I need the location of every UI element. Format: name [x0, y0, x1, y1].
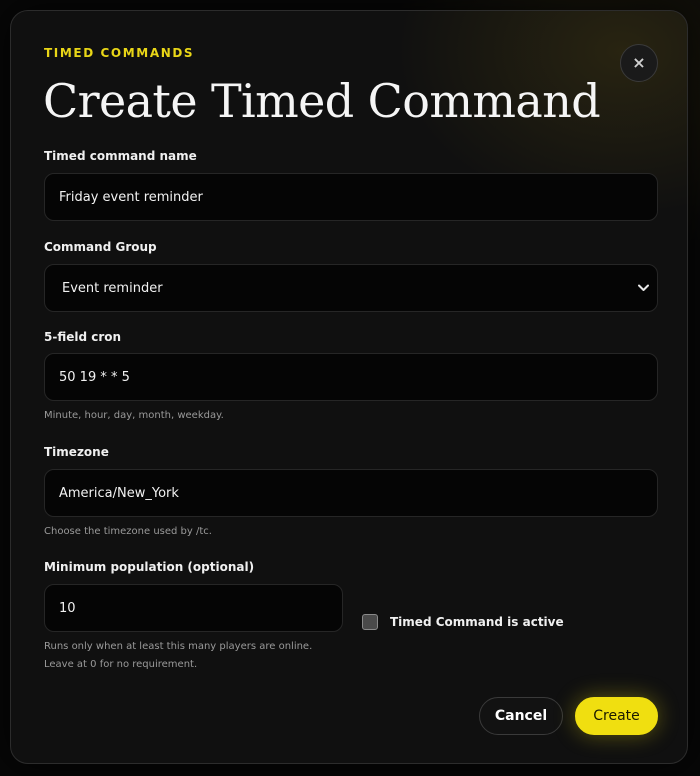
group-label: Command Group [44, 240, 157, 254]
cancel-button[interactable]: Cancel [479, 697, 563, 735]
name-input[interactable] [44, 173, 658, 221]
group-select-value: Event reminder [62, 280, 163, 296]
name-label: Timed command name [44, 149, 197, 163]
cron-input[interactable] [44, 353, 658, 401]
cron-hint: Minute, hour, day, month, weekday. [44, 410, 224, 421]
population-hint: Runs only when at least this many player… [44, 641, 313, 670]
population-input[interactable] [44, 584, 343, 632]
cron-label: 5-field cron [44, 330, 122, 344]
active-toggle[interactable]: Timed Command is active [362, 614, 564, 630]
dialog-eyebrow: TIMED COMMANDS [44, 46, 195, 60]
dialog-title: Create Timed Command [43, 74, 601, 128]
chevron-down-icon [637, 282, 649, 294]
group-select[interactable]: Event reminder [44, 264, 658, 312]
create-button[interactable]: Create [575, 697, 658, 735]
active-checkbox-label: Timed Command is active [390, 615, 564, 629]
create-timed-command-dialog: TIMED COMMANDS Create Timed Command × Ti… [10, 10, 688, 764]
active-checkbox[interactable] [362, 614, 378, 630]
population-label: Minimum population (optional) [44, 560, 255, 574]
close-button[interactable]: × [620, 44, 658, 82]
timezone-label: Timezone [44, 445, 109, 459]
close-icon: × [632, 53, 646, 72]
timezone-hint: Choose the timezone used by /tc. [44, 526, 212, 537]
timezone-input[interactable] [44, 469, 658, 517]
